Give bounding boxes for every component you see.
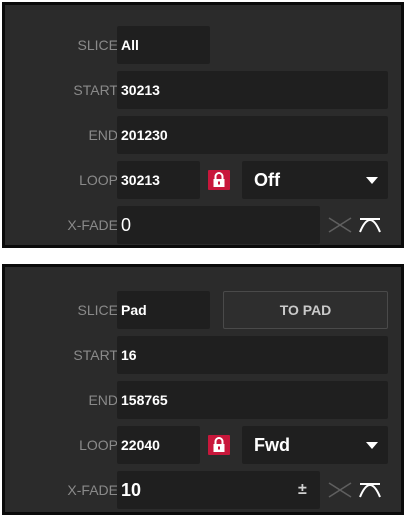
chevron-down-icon xyxy=(366,177,378,184)
lock-icon[interactable] xyxy=(208,435,230,455)
end-field[interactable]: 201230 xyxy=(117,116,388,154)
loop-row: LOOP 30213 Off xyxy=(5,161,401,199)
xfade-label: X-FADE xyxy=(67,482,118,498)
loop-mode-dropdown[interactable]: Off xyxy=(242,161,388,199)
end-field[interactable]: 158765 xyxy=(117,381,388,419)
loop-mode-dropdown[interactable]: Fwd xyxy=(242,426,388,464)
xfade-field[interactable]: 0 xyxy=(117,206,320,244)
sample-slice-panel-bottom: SLICE Pad TO PAD START 16 END 158765 LOO… xyxy=(2,264,404,515)
start-row: START 16 xyxy=(5,336,401,374)
loop-mode-value: Fwd xyxy=(254,435,290,455)
slice-field[interactable]: All xyxy=(117,26,210,64)
loop-mode-value: Off xyxy=(254,170,280,190)
curved-crossfade-icon[interactable] xyxy=(357,216,383,234)
linear-crossfade-icon[interactable] xyxy=(327,216,353,234)
slice-field[interactable]: Pad xyxy=(117,291,210,329)
xfade-label: X-FADE xyxy=(67,217,118,233)
curved-crossfade-icon[interactable] xyxy=(357,481,383,499)
slice-row: SLICE Pad TO PAD xyxy=(5,291,401,329)
loop-row: LOOP 22040 Fwd xyxy=(5,426,401,464)
linear-crossfade-icon[interactable] xyxy=(327,481,353,499)
loop-label: LOOP xyxy=(79,172,118,188)
start-row: START 30213 xyxy=(5,71,401,109)
plus-minus-icon[interactable]: ± xyxy=(298,471,307,509)
slice-label: SLICE xyxy=(77,37,118,53)
sample-slice-panel-top: SLICE All START 30213 END 201230 LOOP 30… xyxy=(2,2,404,248)
to-pad-button[interactable]: TO PAD xyxy=(223,291,388,329)
start-label: START xyxy=(73,82,118,98)
end-label: END xyxy=(88,127,118,143)
start-field[interactable]: 16 xyxy=(117,336,388,374)
end-row: END 201230 xyxy=(5,116,401,154)
end-row: END 158765 xyxy=(5,381,401,419)
xfade-field[interactable]: 10 xyxy=(117,471,320,509)
loop-label: LOOP xyxy=(79,437,118,453)
start-field[interactable]: 30213 xyxy=(117,71,388,109)
start-label: START xyxy=(73,347,118,363)
slice-label: SLICE xyxy=(77,302,118,318)
xfade-row: X-FADE 10 ± xyxy=(5,471,401,509)
loop-field[interactable]: 22040 xyxy=(117,426,200,464)
xfade-row: X-FADE 0 xyxy=(5,206,401,244)
loop-field[interactable]: 30213 xyxy=(117,161,200,199)
end-label: END xyxy=(88,392,118,408)
chevron-down-icon xyxy=(366,442,378,449)
slice-row: SLICE All xyxy=(5,26,401,64)
lock-icon[interactable] xyxy=(208,170,230,190)
